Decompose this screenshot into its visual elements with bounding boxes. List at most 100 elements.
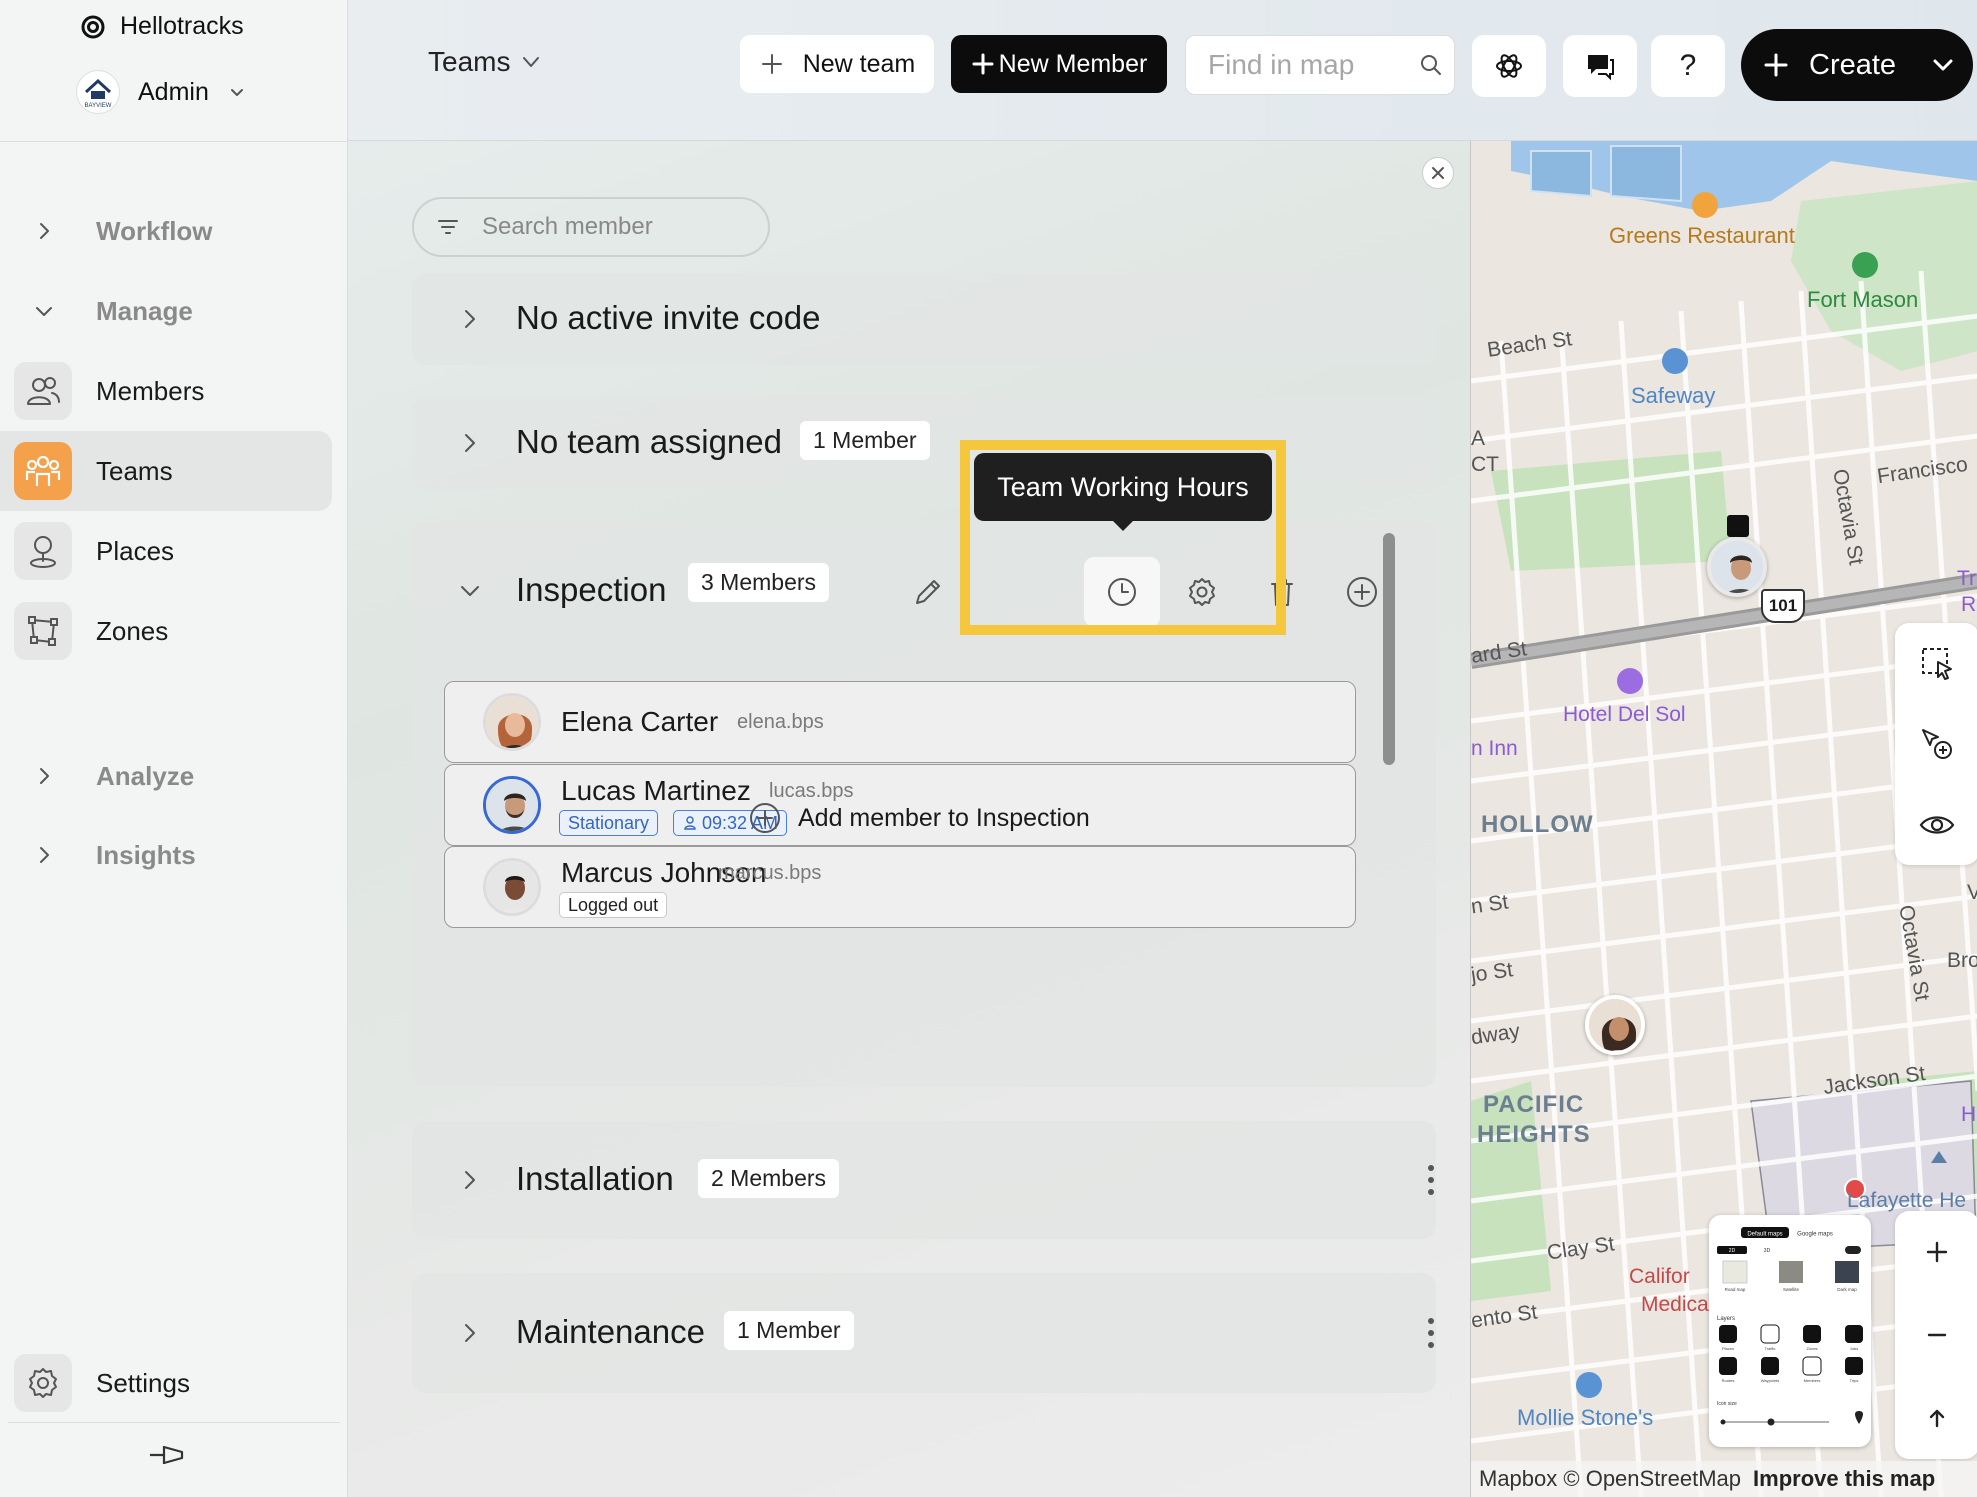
chevron-down-icon[interactable] [1930, 52, 1956, 78]
section-manage[interactable]: Manage [30, 291, 193, 331]
map-label: H [1961, 1103, 1977, 1126]
sidebar-item-settings[interactable]: Settings [0, 1343, 332, 1423]
section-label: Manage [96, 295, 193, 326]
map-layers-panel[interactable]: Default maps Google maps 2D 3D Road map … [1709, 1215, 1871, 1447]
svg-text:2D: 2D [1729, 1248, 1736, 1254]
more-options-icon[interactable] [1416, 1313, 1446, 1353]
minus-icon [1927, 1333, 1947, 1337]
sidebar-item-teams[interactable]: Teams [0, 431, 332, 511]
map-label: R [1961, 593, 1977, 616]
svg-text:Routes: Routes [1722, 1378, 1735, 1383]
svg-text:Zones: Zones [1806, 1346, 1817, 1351]
section-analyze[interactable]: Analyze [30, 756, 194, 796]
map-label: A [1471, 427, 1486, 450]
tooltip: Team Working Hours [974, 453, 1272, 531]
house-logo-icon: BAYVIEW [85, 78, 112, 109]
sidebar-item-zones[interactable]: Zones [0, 591, 332, 671]
lasso-select-button[interactable] [1895, 623, 1977, 703]
map-label: HOLLOW [1481, 811, 1594, 838]
svg-text:Members: Members [1804, 1378, 1821, 1383]
area-select-icon [1922, 648, 1952, 680]
zoom-out-button[interactable] [1895, 1294, 1977, 1376]
svg-text:Google maps: Google maps [1797, 1232, 1833, 1238]
member-list-scrollbar[interactable] [1383, 533, 1395, 765]
chevron-down-icon [230, 89, 243, 96]
pin-sidebar-icon[interactable] [148, 1440, 184, 1470]
map-view[interactable]: Greens Restaurant Fort Mason Beach St Sa… [1470, 141, 1977, 1497]
more-options-icon[interactable] [1416, 1160, 1446, 1200]
map-tools [1895, 623, 1977, 865]
map-label: Lafayette He [1847, 1189, 1967, 1212]
attribution-text[interactable]: Mapbox © OpenStreetMap [1479, 1466, 1741, 1492]
svg-text:Default maps: Default maps [1747, 1232, 1782, 1238]
restaurant-marker[interactable] [1692, 192, 1718, 218]
close-panel-button[interactable] [1422, 157, 1454, 189]
brand[interactable]: Hellotracks [80, 12, 244, 41]
search-icon[interactable] [1418, 52, 1444, 78]
sidebar-item-members[interactable]: Members [0, 351, 332, 431]
pencil-icon [916, 580, 940, 604]
cursor-add-icon [1922, 729, 1952, 759]
section-workflow[interactable]: Workflow [30, 211, 213, 251]
edit-team-button[interactable] [890, 557, 966, 627]
search-member-field[interactable] [412, 197, 770, 257]
sidebar-item-places[interactable]: Places [0, 511, 332, 591]
card-title: No team assigned [516, 423, 782, 460]
section-insights[interactable]: Insights [30, 835, 196, 875]
add-member-to-team-button[interactable]: Add member to Inspection [748, 801, 1090, 835]
member-count-badge: 2 Members [698, 1159, 840, 1198]
shop-marker[interactable] [1576, 1372, 1602, 1398]
create-button[interactable]: Create [1741, 29, 1973, 101]
plus-icon [972, 53, 994, 75]
find-in-map-field[interactable] [1185, 35, 1455, 95]
org-name: Admin [138, 77, 209, 106]
map-label: n St [1470, 890, 1510, 919]
map-label: Greens Restaurant [1609, 223, 1795, 248]
member-row[interactable]: Elena Carter elena.bps [444, 681, 1356, 763]
highway-shield: 101 [1761, 589, 1805, 623]
chevron-right-icon [40, 847, 49, 863]
add-place-button[interactable] [1895, 704, 1977, 784]
team-title: Installation [516, 1160, 674, 1197]
plus-icon [1926, 1241, 1948, 1263]
chat-button[interactable] [1563, 35, 1637, 97]
member-map-avatar[interactable] [1585, 995, 1645, 1055]
shop-marker[interactable] [1662, 348, 1688, 374]
chevron-down-icon[interactable] [456, 577, 484, 605]
view-select[interactable]: Teams [428, 46, 542, 78]
sidebar-divider [8, 1422, 340, 1423]
park-marker[interactable] [1852, 252, 1878, 278]
search-member-input[interactable] [482, 213, 742, 241]
hellotracks-logo-icon [81, 15, 105, 38]
org-switcher[interactable]: BAYVIEW Admin [76, 70, 247, 114]
ai-assistant-button[interactable] [1472, 35, 1546, 97]
plus-icon [761, 54, 782, 74]
hotel-marker[interactable] [1617, 668, 1643, 694]
find-in-map-input[interactable] [1208, 49, 1408, 81]
member-row[interactable]: Marcus Johnson marcus.bps Logged out [444, 846, 1356, 928]
map-label: Medica [1641, 1293, 1709, 1316]
team-title: Inspection [516, 571, 667, 608]
avatar [483, 776, 541, 834]
zoom-in-button[interactable] [1895, 1211, 1977, 1293]
new-member-button[interactable]: New Member [951, 35, 1167, 93]
visibility-button[interactable] [1895, 785, 1977, 865]
invite-code-card[interactable]: No active invite code [412, 273, 1436, 365]
teams-panel: No active invite code No team assigned 1… [348, 141, 1470, 1497]
svg-text:Dark map: Dark map [1837, 1287, 1857, 1292]
new-team-label: New team [802, 49, 916, 78]
team-card-installation[interactable]: Installation 2 Members [412, 1121, 1436, 1239]
sidebar: Hellotracks BAYVIEW Admin Workflow Manag… [0, 0, 348, 1497]
map-label: Safeway [1631, 383, 1716, 408]
svg-text:3D: 3D [1764, 1248, 1771, 1254]
gear-icon [14, 1354, 72, 1412]
new-team-button[interactable]: New team [740, 35, 934, 93]
team-card-maintenance[interactable]: Maintenance 1 Member [412, 1273, 1436, 1393]
create-label: Create [1809, 48, 1897, 81]
improve-map-link[interactable]: Improve this map [1753, 1466, 1935, 1492]
reset-north-button[interactable] [1895, 1377, 1977, 1459]
chat-icon [1588, 55, 1614, 81]
member-map-avatar[interactable] [1707, 537, 1767, 597]
help-button[interactable]: ? [1651, 35, 1725, 97]
member-count-badge: 1 Member [800, 421, 930, 460]
